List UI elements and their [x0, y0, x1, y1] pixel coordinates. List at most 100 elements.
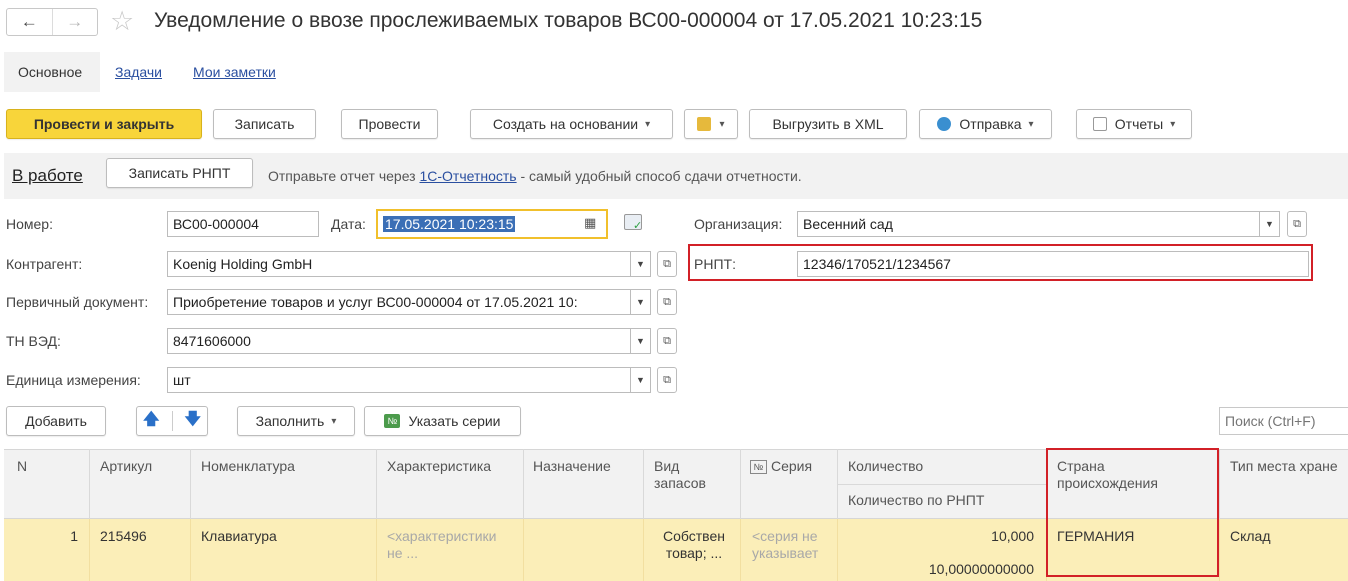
save-button[interactable]: Записать [213, 109, 316, 139]
cell-n: 1 [70, 528, 78, 544]
open-icon[interactable]: ⧉ [1287, 211, 1307, 237]
add-row-button[interactable]: Добавить [6, 406, 106, 436]
navigation-buttons: ← → [6, 8, 98, 36]
cell-article: 215496 [100, 528, 147, 544]
primary-document-label: Первичный документ: [6, 294, 149, 310]
cell-stock-type-line2: товар; ... [665, 545, 723, 561]
reporting-link[interactable]: 1С-Отчетность [419, 168, 516, 184]
post-and-close-button[interactable]: Провести и закрыть [6, 109, 202, 139]
rnpt-field[interactable]: 12346/170521/1234567 [797, 251, 1309, 277]
reporting-note-text: Отправьте отчет через [268, 168, 420, 184]
unit-field[interactable]: шт [167, 367, 631, 393]
date-value: 17.05.2021 10:23:15 [383, 216, 516, 232]
export-xml-label: Выгрузить в XML [772, 116, 884, 132]
column-divider [89, 519, 90, 581]
post-label: Провести [358, 116, 421, 132]
primary-document-field[interactable]: Приобретение товаров и услуг ВС00-000004… [167, 289, 631, 315]
organization-field[interactable]: Весенний сад [797, 211, 1260, 237]
col-header-article[interactable]: Артикул [100, 458, 152, 475]
col-header-place-type[interactable]: Тип места хране [1230, 458, 1338, 475]
chevron-down-icon[interactable]: ▼ [631, 289, 651, 315]
post-and-close-label: Провести и закрыть [33, 116, 175, 132]
cell-series-line1: <серия не [752, 528, 818, 544]
page-title: Уведомление о ввозе прослеживаемых товар… [154, 9, 983, 32]
series-number-icon: № [384, 414, 401, 428]
reports-label: Отчеты [1114, 116, 1164, 132]
cell-characteristic-line1: <характеристики [387, 528, 497, 544]
move-buttons: 🡅 🡇 [136, 406, 208, 436]
chevron-down-icon[interactable]: ▼ [631, 251, 651, 277]
export-xml-button[interactable]: Выгрузить в XML [749, 109, 907, 139]
open-icon[interactable]: ⧉ [657, 367, 677, 393]
cell-quantity: 10,000 [991, 528, 1034, 544]
cell-series-line2: указывает [752, 545, 819, 561]
specify-series-button[interactable]: № Указать серии [364, 406, 521, 436]
col-header-nomenclature[interactable]: Номенклатура [201, 458, 295, 475]
print-menu-button[interactable]: ▾ [684, 109, 738, 139]
status-link[interactable]: В работе [12, 166, 83, 186]
chevron-down-icon: ▾ [1028, 118, 1034, 130]
column-divider [190, 519, 191, 581]
col-header-characteristic[interactable]: Характеристика [387, 458, 491, 475]
chevron-down-icon: ▾ [645, 118, 651, 130]
forward-arrow-icon[interactable]: → [53, 9, 98, 35]
chevron-down-icon[interactable]: ▼ [1260, 211, 1280, 237]
header-divider [838, 484, 1046, 485]
search-input[interactable] [1219, 407, 1348, 435]
reports-button[interactable]: Отчеты ▾ [1076, 109, 1192, 139]
cell-quantity-rnpt: 10,00000000000 [928, 561, 1034, 577]
col-header-series[interactable]: № Серия [750, 458, 812, 475]
save-rnpt-button[interactable]: Записать РНПТ [106, 158, 253, 188]
chevron-down-icon: ▾ [719, 118, 725, 130]
arrow-down-icon[interactable]: 🡇 [185, 408, 201, 435]
series-number-icon: № [750, 460, 767, 474]
col-header-stock-type-line2: запасов [654, 475, 706, 491]
open-icon[interactable]: ⧉ [657, 289, 677, 315]
counterparty-label: Контрагент: [6, 256, 83, 272]
create-based-on-button[interactable]: Создать на основании ▾ [470, 109, 673, 139]
cell-nomenclature: Клавиатура [201, 528, 277, 544]
col-header-quantity[interactable]: Количество [848, 458, 923, 475]
open-icon[interactable]: ⧉ [657, 328, 677, 354]
number-label: Номер: [6, 216, 53, 232]
favorite-star-icon[interactable]: ☆ [110, 6, 134, 36]
chevron-down-icon: ▾ [1170, 118, 1176, 130]
calendar-icon[interactable]: ▦ [584, 215, 596, 231]
number-field[interactable]: ВС00-000004 [167, 211, 319, 237]
organization-label: Организация: [694, 216, 783, 232]
col-header-quantity-rnpt[interactable]: Количество по РНПТ [848, 492, 984, 509]
date-field[interactable]: 17.05.2021 10:23:15 [376, 209, 608, 239]
chevron-down-icon: ▾ [331, 415, 337, 427]
check-document-icon[interactable]: ✓ [624, 214, 642, 232]
chevron-down-icon[interactable]: ▼ [631, 367, 651, 393]
counterparty-field[interactable]: Koenig Holding GmbH [167, 251, 631, 277]
col-header-stock-type-line1: Вид [654, 458, 680, 474]
cell-characteristic-line2: не ... [387, 545, 419, 561]
fill-button[interactable]: Заполнить ▾ [237, 406, 355, 436]
unit-label: Единица измерения: [6, 372, 141, 388]
cell-stock-type-line1: Собствен [663, 528, 725, 544]
column-divider [376, 519, 377, 581]
section-tasks[interactable]: Задачи [115, 52, 162, 92]
print-icon [697, 117, 712, 131]
back-arrow-icon[interactable]: ← [7, 9, 53, 35]
tnved-field[interactable]: 8471606000 [167, 328, 631, 354]
country-highlight-frame [1046, 448, 1219, 577]
col-header-stock-type[interactable]: Вид запасов [654, 458, 706, 492]
col-header-n[interactable]: N [17, 458, 27, 475]
arrow-up-icon[interactable]: 🡅 [143, 408, 159, 435]
column-divider [837, 519, 838, 581]
section-notes[interactable]: Мои заметки [193, 52, 276, 92]
post-button[interactable]: Провести [341, 109, 438, 139]
date-label: Дата: [331, 216, 366, 232]
send-button[interactable]: Отправка ▾ [919, 109, 1052, 139]
specify-series-label: Указать серии [408, 413, 501, 429]
open-icon[interactable]: ⧉ [657, 251, 677, 277]
col-header-purpose[interactable]: Назначение [533, 458, 611, 475]
send-label: Отправка [959, 116, 1022, 132]
rnpt-label: РНПТ: [694, 256, 736, 272]
col-header-series-label: Серия [771, 458, 813, 474]
section-main[interactable]: Основное [4, 52, 100, 92]
report-icon [1092, 117, 1107, 131]
chevron-down-icon[interactable]: ▼ [631, 328, 651, 354]
